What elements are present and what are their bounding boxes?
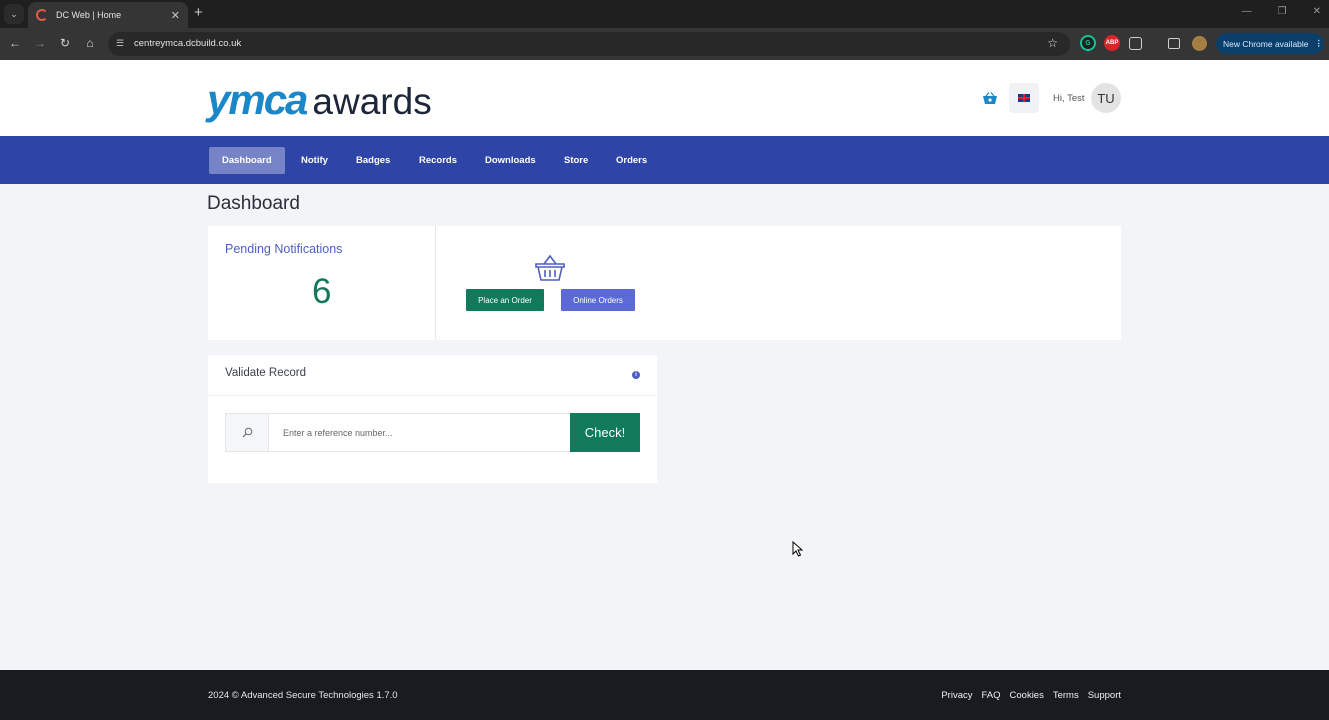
check-button[interactable]: Check! xyxy=(570,413,640,452)
site-info-icon[interactable]: ☰ xyxy=(116,38,127,49)
page-title: Dashboard xyxy=(207,193,300,214)
nav-store[interactable]: Store xyxy=(551,147,601,174)
order-basket-icon xyxy=(535,254,565,281)
user-name: Test xyxy=(1067,93,1085,104)
validate-record-title: Validate Record xyxy=(225,367,306,379)
chrome-update-button[interactable]: New Chrome available ⋮ xyxy=(1216,33,1324,54)
adblock-extension-icon[interactable]: ABP xyxy=(1104,35,1120,51)
tab-title: DC Web | Home xyxy=(56,10,122,20)
uk-flag-icon xyxy=(1018,94,1030,102)
user-avatar[interactable]: TU xyxy=(1091,83,1121,113)
nav-notify[interactable]: Notify xyxy=(288,147,341,174)
nav-dashboard[interactable]: Dashboard xyxy=(209,147,285,174)
footer-link-terms[interactable]: Terms xyxy=(1053,690,1079,701)
nav-records[interactable]: Records xyxy=(406,147,470,174)
url-text[interactable]: centreymca.dcbuild.co.uk xyxy=(134,38,241,49)
profile-avatar-icon[interactable] xyxy=(1192,36,1207,51)
language-selector[interactable] xyxy=(1009,83,1039,113)
extensions-puzzle-icon[interactable] xyxy=(1129,37,1142,50)
pending-notifications-label[interactable]: Pending Notifications xyxy=(225,242,342,256)
grammarly-extension-icon[interactable]: G xyxy=(1080,35,1096,51)
place-order-button[interactable]: Place an Order xyxy=(466,289,544,311)
forward-arrow-icon[interactable]: → xyxy=(32,36,48,50)
nav-downloads[interactable]: Downloads xyxy=(472,147,549,174)
info-icon[interactable]: i xyxy=(632,371,640,379)
restore-icon[interactable]: ❐ xyxy=(1278,6,1287,17)
footer-link-cookies[interactable]: Cookies xyxy=(1010,690,1044,701)
address-bar[interactable]: ☰ centreymca.dcbuild.co.uk ☆ xyxy=(108,32,1070,56)
browser-tab[interactable]: DC Web | Home ✕ xyxy=(28,2,188,28)
browser-tabstrip: ⌄ DC Web | Home ✕ + — ❐ ✕ xyxy=(0,0,1329,28)
site-footer xyxy=(0,670,1329,720)
site-header: ymca awards xyxy=(0,60,1329,136)
reference-number-input[interactable] xyxy=(268,413,571,452)
summary-card xyxy=(208,226,1121,340)
card-divider xyxy=(435,226,436,340)
minimize-icon[interactable]: — xyxy=(1242,6,1252,17)
home-icon[interactable]: ⌂ xyxy=(82,36,98,50)
search-prefix xyxy=(225,413,269,452)
footer-link-faq[interactable]: FAQ xyxy=(982,690,1001,701)
greeting-prefix: Hi, xyxy=(1053,93,1065,104)
site-favicon-icon xyxy=(36,9,48,21)
logo-awards-text: awards xyxy=(312,81,432,122)
mouse-cursor-icon xyxy=(792,541,804,557)
nav-orders[interactable]: Orders xyxy=(603,147,660,174)
pending-notifications-count[interactable]: 6 xyxy=(312,272,331,312)
back-arrow-icon[interactable]: ← xyxy=(7,36,23,50)
kebab-menu-icon: ⋮ xyxy=(1314,38,1324,48)
online-orders-button[interactable]: Online Orders xyxy=(561,289,635,311)
window-controls: — ❐ ✕ xyxy=(1242,6,1321,17)
footer-links: Privacy FAQ Cookies Terms Support xyxy=(941,690,1121,701)
main-nav: Dashboard Notify Badges Records Download… xyxy=(0,136,1329,184)
side-panel-icon[interactable] xyxy=(1168,38,1180,49)
bookmark-star-icon[interactable]: ☆ xyxy=(1047,36,1058,50)
footer-link-privacy[interactable]: Privacy xyxy=(941,690,972,701)
close-tab-icon[interactable]: ✕ xyxy=(171,9,180,22)
new-tab-icon[interactable]: + xyxy=(194,5,203,21)
copyright-text: 2024 © Advanced Secure Technologies 1.7.… xyxy=(208,690,398,701)
shopping-basket-icon[interactable] xyxy=(982,92,998,105)
footer-link-support[interactable]: Support xyxy=(1088,690,1121,701)
search-icon xyxy=(242,427,253,438)
window-close-icon[interactable]: ✕ xyxy=(1313,6,1321,17)
logo-ymca-text: ymca xyxy=(207,76,308,123)
reload-icon[interactable]: ↻ xyxy=(57,36,73,50)
user-greeting: Hi, Test xyxy=(1053,93,1085,104)
tab-search-chevron-icon[interactable]: ⌄ xyxy=(4,4,24,24)
nav-badges[interactable]: Badges xyxy=(343,147,403,174)
update-label: New Chrome available xyxy=(1223,38,1309,49)
ymca-awards-logo[interactable]: ymca awards xyxy=(207,76,432,124)
